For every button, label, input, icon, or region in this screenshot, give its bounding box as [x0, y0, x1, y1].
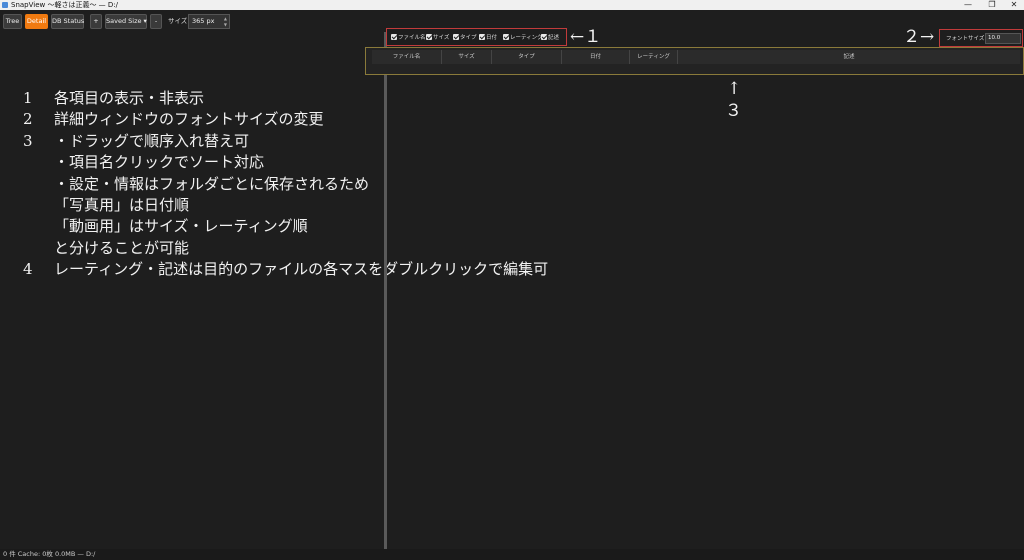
size-value: 365 px	[192, 17, 215, 25]
font-size-input[interactable]: 10.0	[985, 33, 1021, 44]
note-row: 2 詳細ウィンドウのフォントサイズの変更	[23, 110, 324, 129]
note-row: 4 レーティング・記述は目的のファイルの各マスをダブルクリックで編集可	[23, 260, 549, 279]
pane-splitter[interactable]	[384, 32, 387, 549]
column-toggle-date[interactable]: 日付	[479, 34, 497, 42]
annotation-3-arrow: ↑	[727, 79, 742, 99]
checkbox-icon	[541, 34, 547, 40]
close-icon[interactable]: ✕	[1006, 0, 1022, 10]
annotation-2: ２→	[903, 27, 935, 47]
header-type[interactable]: タイプ	[492, 50, 562, 64]
checkbox-icon	[426, 34, 432, 40]
checkbox-icon	[391, 34, 397, 40]
header-rating[interactable]: レーティング	[630, 50, 678, 64]
note-row: ・項目名クリックでソート対応	[54, 153, 265, 172]
toolbar: Tree Detail DB Status + Saved Size ▾ - サ…	[0, 10, 384, 32]
window-title: SnapView 〜軽さは正義〜 — D:/	[11, 1, 119, 9]
header-size[interactable]: サイズ	[442, 50, 492, 64]
column-toggle-description[interactable]: 記述	[541, 34, 559, 42]
font-size-control: フォントサイズ: 10.0	[939, 29, 1023, 47]
column-toggle-rating[interactable]: レーティング	[503, 34, 543, 42]
checkbox-icon	[503, 34, 509, 40]
annotation-1: ←１	[570, 27, 602, 47]
note-row: 「動画用」はサイズ・レーティング順	[54, 217, 308, 236]
font-size-label: フォントサイズ:	[946, 36, 987, 42]
header-description[interactable]: 記述	[678, 50, 1020, 64]
note-row: と分けることが可能	[54, 238, 190, 257]
checkbox-icon	[479, 34, 485, 40]
note-row: ・設定・情報はフォルダごとに保存されるため	[54, 174, 370, 193]
notes-panel: 1 各項目の表示・非表示 2 詳細ウィンドウのフォントサイズの変更 3 ・ドラッグで順…	[23, 88, 548, 281]
column-toggle-filename[interactable]: ファイル名	[391, 34, 426, 42]
column-visibility-bar: ファイル名 サイズ タイプ 日付 レーティング 記述	[386, 28, 567, 46]
table-header: ファイル名 サイズ タイプ 日付 レーティング 記述	[372, 50, 1020, 64]
status-bar: 0 件 Cache: 0枚 0.0MB — D:/	[0, 549, 1024, 560]
tree-button[interactable]: Tree	[3, 14, 22, 29]
minimize-icon[interactable]: —	[960, 0, 976, 10]
saved-size-dropdown[interactable]: Saved Size ▾	[105, 14, 147, 29]
column-toggle-size[interactable]: サイズ	[426, 34, 449, 42]
zoom-in-button[interactable]: +	[90, 14, 102, 29]
note-row: 1 各項目の表示・非表示	[23, 89, 205, 107]
detail-button[interactable]: Detail	[25, 14, 48, 29]
note-row: 3 ・ドラッグで順序入れ替え可	[23, 131, 250, 150]
annotation-3: ３	[725, 101, 742, 121]
zoom-out-button[interactable]: -	[150, 14, 162, 29]
note-row: 「写真用」は日付順	[54, 196, 190, 215]
checkbox-icon	[453, 34, 459, 40]
detail-table-area: ファイル名 サイズ タイプ 日付 レーティング 記述	[365, 47, 1024, 75]
column-toggle-type[interactable]: タイプ	[453, 34, 477, 42]
size-label: サイズ:	[168, 17, 190, 25]
spin-down-icon[interactable]: ▼	[224, 22, 227, 28]
size-spinbox[interactable]: 365 px ▲ ▼	[188, 14, 230, 29]
app-icon	[2, 2, 8, 8]
restore-icon[interactable]: ❐	[984, 0, 1000, 10]
header-filename[interactable]: ファイル名	[372, 50, 442, 64]
title-bar: SnapView 〜軽さは正義〜 — D:/ — ❐ ✕	[0, 0, 1024, 10]
db-status-button[interactable]: DB Status	[51, 14, 84, 29]
header-date[interactable]: 日付	[562, 50, 630, 64]
